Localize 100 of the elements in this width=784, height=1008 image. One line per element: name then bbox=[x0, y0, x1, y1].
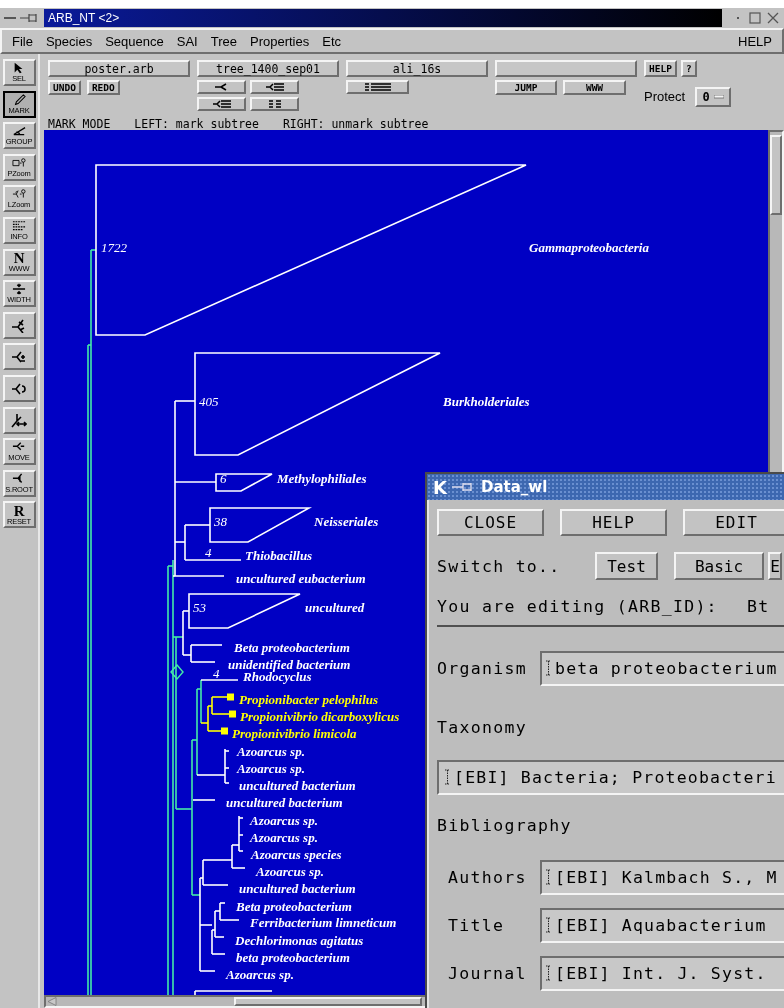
scroll-thumb[interactable] bbox=[234, 997, 422, 1006]
taxon-label[interactable]: Dechlorimonas agitatus bbox=[235, 933, 364, 948]
switch-button[interactable]: Test bbox=[595, 552, 658, 580]
switch-button[interactable]: Basic bbox=[674, 552, 764, 580]
selector-field[interactable]: tree_1400_sep01 bbox=[197, 60, 339, 77]
taxon-label[interactable]: Propionibacter pelophilus bbox=[239, 692, 379, 707]
selector-field[interactable]: poster.arb bbox=[48, 60, 190, 77]
menu-item[interactable]: Sequence bbox=[105, 33, 164, 49]
selector-field[interactable]: ali_16s bbox=[346, 60, 488, 77]
tool-button[interactable] bbox=[2, 406, 36, 434]
zoom-icon bbox=[11, 156, 27, 170]
tree-layout-button[interactable] bbox=[250, 97, 299, 111]
branch-line bbox=[192, 799, 216, 801]
field-label: Authors bbox=[447, 867, 528, 887]
dialog-button[interactable]: EDIT bbox=[683, 509, 784, 536]
window-title: Data_wl bbox=[480, 478, 548, 496]
taxon-label[interactable]: Azoarcus sp. bbox=[250, 813, 318, 828]
section-heading: Bibliography bbox=[437, 815, 572, 835]
scroll-thumb[interactable] bbox=[770, 135, 782, 215]
list-view-button[interactable] bbox=[346, 80, 409, 94]
taxon-label[interactable]: Methylophiliales bbox=[277, 471, 367, 486]
switch-button[interactable]: E bbox=[768, 552, 782, 580]
node-marker-icon[interactable] bbox=[170, 663, 184, 681]
window-menu-icon[interactable] bbox=[4, 14, 16, 22]
help-button[interactable]: HELP bbox=[644, 60, 677, 77]
dropdown-icon bbox=[713, 95, 724, 99]
menu-item[interactable]: HELP bbox=[738, 33, 772, 49]
menu-item[interactable]: Tree bbox=[210, 33, 237, 49]
selector-field[interactable] bbox=[495, 60, 637, 77]
text-field[interactable]: [EBI] Kalmbach S., M bbox=[540, 859, 784, 895]
taxon-label[interactable]: Beta proteobacterium bbox=[234, 640, 350, 655]
text-field[interactable]: beta proteobacterium bbox=[540, 650, 784, 686]
taxon-label[interactable]: Propionivibrio dicarboxylicus bbox=[240, 709, 400, 724]
taxon-label[interactable]: Gammaproteobacteria bbox=[529, 240, 649, 255]
taxon-label[interactable]: Burkholderiales bbox=[443, 394, 530, 409]
tree-list-icon bbox=[210, 99, 233, 109]
text-field[interactable]: [EBI] Int. J. Syst. bbox=[540, 955, 784, 991]
tool-button[interactable] bbox=[2, 311, 36, 339]
taxon-label[interactable]: Azoarcus species bbox=[251, 847, 342, 862]
dialog-button[interactable]: CLOSE bbox=[437, 509, 544, 536]
protect-dropdown[interactable]: 0 bbox=[695, 87, 732, 107]
redo-button[interactable]: REDO bbox=[86, 80, 120, 95]
field-label: Organism bbox=[437, 658, 528, 678]
taxon-label[interactable]: uncultured eubacterium bbox=[236, 571, 366, 586]
field-label: Title bbox=[447, 915, 506, 935]
taxon-label[interactable]: uncultured bacterium bbox=[239, 881, 356, 896]
field-label: Journal bbox=[447, 963, 528, 983]
tree-layout-button[interactable] bbox=[197, 97, 246, 111]
taxon-label[interactable]: Ferribacterium limneticum bbox=[250, 915, 397, 930]
collapsed-group-triangle[interactable] bbox=[209, 507, 313, 543]
collapsed-group-triangle[interactable] bbox=[194, 352, 441, 456]
text-field[interactable]: [EBI] Aquabacterium bbox=[540, 907, 784, 943]
taxon-label[interactable]: Beta proteobacterium bbox=[236, 899, 352, 914]
question-button[interactable]: ? bbox=[680, 60, 697, 77]
app-logo: K bbox=[433, 476, 447, 498]
group-count: 6 bbox=[220, 471, 227, 486]
taxon-label[interactable]: Azoarcus sp. bbox=[226, 967, 294, 982]
collapsed-group-triangle[interactable] bbox=[95, 164, 527, 336]
tree-layout-button[interactable] bbox=[250, 80, 299, 94]
taxonomy-field[interactable]: [EBI] Bacteria; Proteobacteri bbox=[437, 759, 784, 795]
taxon-label[interactable]: uncultured bbox=[305, 600, 365, 615]
menu-item[interactable]: Properties bbox=[250, 33, 310, 49]
taxon-label[interactable]: Azoarcus sp. bbox=[237, 744, 305, 759]
menu-item[interactable]: File bbox=[12, 33, 33, 49]
close-icon[interactable] bbox=[766, 11, 780, 25]
taxon-label[interactable]: beta proteobacterium bbox=[236, 950, 350, 965]
text-cursor-icon bbox=[546, 660, 551, 676]
taxon-label[interactable]: Propionivibrio limicola bbox=[232, 726, 357, 741]
tool-button[interactable] bbox=[2, 374, 36, 402]
jump-button[interactable]: JUMP bbox=[495, 80, 557, 95]
mode-label: MARK MODE bbox=[48, 116, 111, 131]
tool-button[interactable] bbox=[2, 343, 36, 371]
group-count: 4 bbox=[205, 545, 212, 560]
taxon-label[interactable]: Azoarcus sp. bbox=[256, 864, 324, 879]
taxon-label[interactable]: Azoarcus sp. bbox=[237, 761, 305, 776]
protect-label: Protect bbox=[644, 89, 686, 104]
collapsed-group-triangle[interactable] bbox=[188, 593, 301, 629]
taxon-label[interactable]: uncultured bacterium bbox=[239, 778, 356, 793]
dialog-button[interactable]: HELP bbox=[560, 509, 667, 536]
pin-icon[interactable] bbox=[20, 13, 40, 23]
menu-item[interactable]: SAI bbox=[176, 33, 198, 49]
menu-item[interactable]: Etc bbox=[322, 33, 342, 49]
collapsed-group-triangle[interactable] bbox=[215, 473, 273, 492]
undo-button[interactable]: UNDO bbox=[48, 80, 81, 95]
menu-item[interactable]: Species bbox=[45, 33, 93, 49]
arb-id-value: Bt bbox=[747, 597, 771, 616]
tree-swap-icon bbox=[11, 317, 27, 333]
taxon-label[interactable]: unidentified bacterium bbox=[228, 657, 351, 672]
group-count: 38 bbox=[214, 514, 227, 529]
branch-line bbox=[200, 679, 239, 681]
tree-length-icon bbox=[11, 349, 27, 365]
tree-layout-button[interactable] bbox=[197, 80, 246, 94]
taxon-label[interactable]: Neisseriales bbox=[314, 514, 379, 529]
window-title: ARB_NT <2> bbox=[48, 11, 120, 25]
taxon-label[interactable]: uncultured bacterium bbox=[226, 795, 343, 810]
text-cursor-icon bbox=[546, 869, 551, 885]
taxon-label[interactable]: Azoarcus sp. bbox=[250, 830, 318, 845]
taxon-label[interactable]: Thiobacillus bbox=[245, 548, 313, 563]
switch-label: Switch to.. bbox=[437, 556, 562, 576]
www-button[interactable]: WWW bbox=[563, 80, 626, 95]
